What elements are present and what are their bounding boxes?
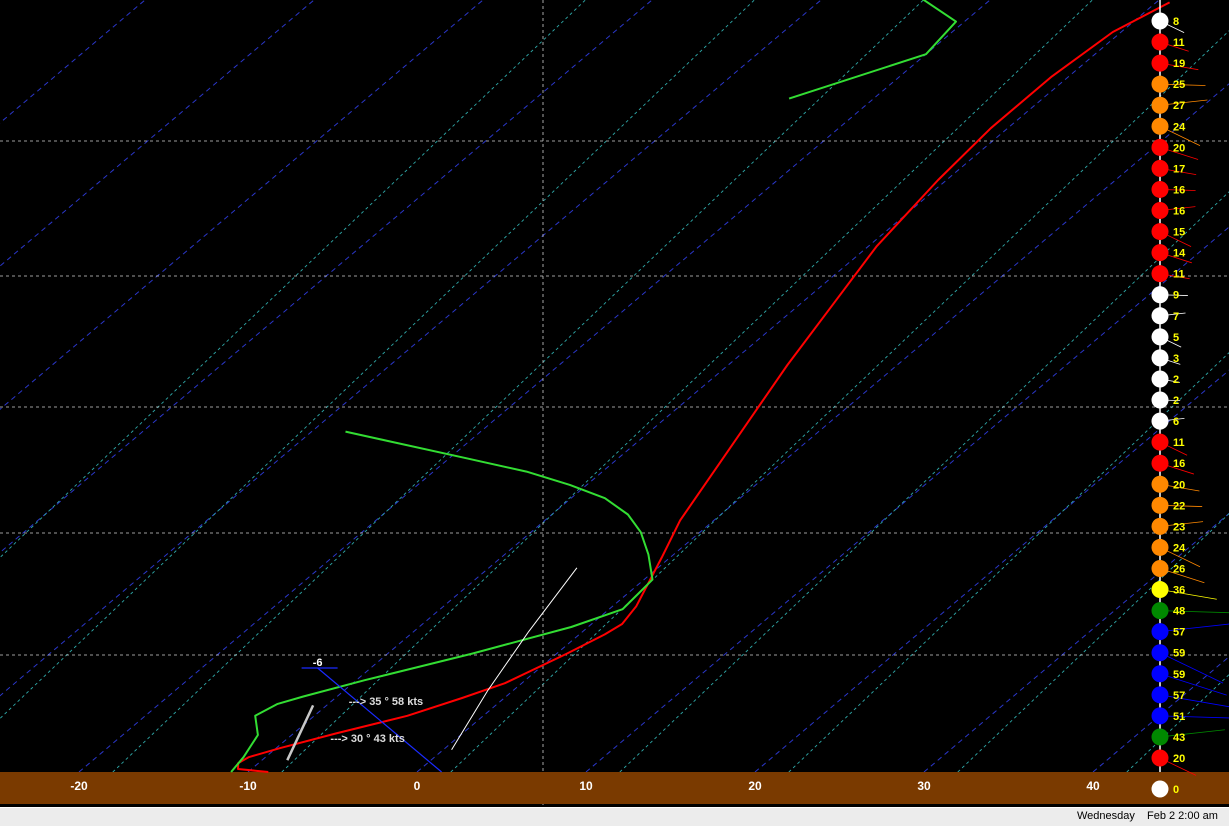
wind-speed-dot: [1152, 728, 1169, 745]
wind-speed-label: 25: [1173, 79, 1185, 91]
wind-speed-dot: [1152, 328, 1169, 345]
wind-speed-label: 48: [1173, 606, 1185, 618]
wind-speed-dot: [1152, 349, 1169, 366]
wind-annotation: ---> 35 ° 58 kts: [349, 696, 423, 708]
wind-speed-dot: [1152, 707, 1169, 724]
lowest-level-label: -6: [313, 657, 323, 669]
wind-speed-label: 20: [1173, 479, 1185, 491]
status-bar: Wednesday Feb 2 2:00 am: [0, 807, 1229, 826]
wind-speed-label: 16: [1173, 206, 1185, 218]
x-tick-label: 30: [917, 779, 931, 793]
wind-speed-dot: [1152, 118, 1169, 135]
x-tick-label: 10: [579, 779, 593, 793]
wind-speed-dot: [1152, 139, 1169, 156]
wind-speed-label: 19: [1173, 58, 1185, 70]
wind-speed-dot: [1152, 560, 1169, 577]
wind-speed-dot: [1152, 223, 1169, 240]
wind-speed-label: 59: [1173, 648, 1185, 660]
surface-wind-dot: [1152, 781, 1169, 798]
wind-speed-label: 24: [1173, 121, 1186, 133]
wind-speed-label: 2: [1173, 395, 1179, 407]
wind-speed-dot: [1152, 97, 1169, 114]
wind-speed-label: 23: [1173, 521, 1185, 533]
wind-speed-label: 26: [1173, 563, 1185, 575]
temperature-axis-bar: [0, 772, 1229, 804]
wind-speed-dot: [1152, 307, 1169, 324]
wind-speed-label: 20: [1173, 753, 1185, 765]
wind-speed-dot: [1152, 76, 1169, 93]
wind-speed-label: 27: [1173, 100, 1185, 112]
wind-speed-dot: [1152, 497, 1169, 514]
wind-speed-dot: [1152, 686, 1169, 703]
wind-speed-dot: [1152, 539, 1169, 556]
x-tick-label: -20: [70, 779, 88, 793]
wind-speed-label: 15: [1173, 227, 1185, 239]
wind-speed-label: 2: [1173, 374, 1179, 386]
wind-speed-dot: [1152, 265, 1169, 282]
wind-speed-dot: [1152, 55, 1169, 72]
wind-speed-label: 36: [1173, 585, 1185, 597]
wind-speed-dot: [1152, 392, 1169, 409]
wind-speed-dot: [1152, 644, 1169, 661]
wind-speed-dot: [1152, 518, 1169, 535]
wind-speed-dot: [1152, 370, 1169, 387]
wind-speed-label: 11: [1173, 437, 1185, 449]
wind-speed-label: 20: [1173, 142, 1185, 154]
plot-background: [0, 0, 1229, 825]
wind-speed-label: 11: [1173, 37, 1185, 49]
wind-speed-dot: [1152, 602, 1169, 619]
wind-speed-label: 14: [1173, 248, 1186, 260]
wind-speed-label: 6: [1173, 416, 1179, 428]
wind-speed-dot: [1152, 476, 1169, 493]
skewt-sounding-chart: -20-10010203040 -6 811192527242017161615…: [0, 0, 1229, 825]
wind-speed-label: 16: [1173, 184, 1185, 196]
x-tick-label: 0: [414, 779, 421, 793]
wind-speed-dot: [1152, 434, 1169, 451]
wind-speed-dot: [1152, 665, 1169, 682]
wind-speed-dot: [1152, 413, 1169, 430]
status-day: Wednesday: [1077, 810, 1135, 822]
surface-wind-label: 0: [1173, 784, 1179, 796]
wind-speed-label: 17: [1173, 163, 1185, 175]
wind-speed-label: 43: [1173, 732, 1185, 744]
wind-speed-label: 24: [1173, 542, 1186, 554]
wind-speed-dot: [1152, 34, 1169, 51]
wind-speed-dot: [1152, 455, 1169, 472]
wind-annotation: ---> 30 ° 43 kts: [330, 733, 404, 745]
wind-speed-label: 22: [1173, 500, 1185, 512]
wind-speed-dot: [1152, 13, 1169, 30]
wind-speed-dot: [1152, 181, 1169, 198]
x-tick-label: 40: [1086, 779, 1100, 793]
wind-speed-label: 57: [1173, 690, 1185, 702]
wind-speed-label: 57: [1173, 627, 1185, 639]
wind-speed-dot: [1152, 750, 1169, 767]
wind-speed-label: 3: [1173, 353, 1179, 365]
wind-speed-dot: [1152, 581, 1169, 598]
wind-speed-dot: [1152, 202, 1169, 219]
wind-speed-dot: [1152, 160, 1169, 177]
wind-speed-label: 7: [1173, 311, 1179, 323]
wind-speed-label: 9: [1173, 290, 1179, 302]
wind-speed-dot: [1152, 244, 1169, 261]
x-tick-label: 20: [748, 779, 762, 793]
wind-speed-label: 11: [1173, 269, 1185, 281]
x-tick-label: -10: [239, 779, 257, 793]
wind-speed-label: 5: [1173, 332, 1179, 344]
wind-speed-label: 59: [1173, 669, 1185, 681]
status-date: Feb 2 2:00 am: [1147, 810, 1218, 822]
wind-speed-dot: [1152, 286, 1169, 303]
wind-speed-label: 16: [1173, 458, 1185, 470]
wind-speed-label: 51: [1173, 711, 1185, 723]
wind-speed-dot: [1152, 623, 1169, 640]
wind-speed-label: 8: [1173, 16, 1179, 28]
